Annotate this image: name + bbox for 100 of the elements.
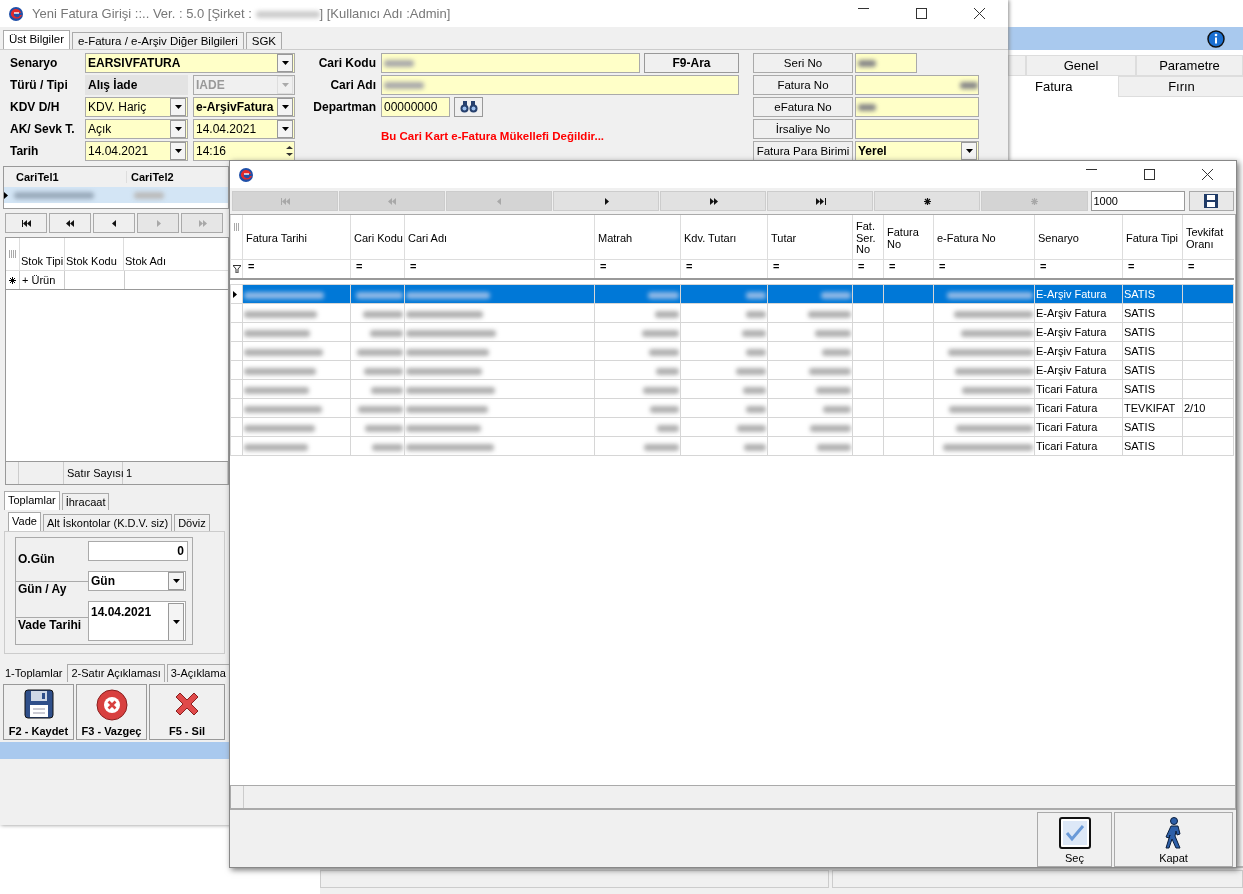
dialog-button[interactable]: Seç [1037,812,1112,867]
text-field[interactable] [855,119,979,139]
filter-cell[interactable]: = [405,259,594,278]
tab[interactable]: Toplamlar [4,491,60,510]
column-chooser-icon[interactable] [9,250,16,259]
column-header[interactable]: Senaryo [1035,215,1122,259]
dropdown-field[interactable]: Gün [88,571,186,591]
column-header[interactable]: Fatura Tarihi [243,215,350,259]
column-header: Stok Kodu [64,238,123,270]
tab[interactable]: Parametre [1136,55,1243,76]
column-header[interactable]: Fatura Tipi [1123,215,1182,259]
column-header[interactable]: Fat. Ser. No [853,215,883,259]
dialog-button[interactable]: Kapat [1114,812,1233,867]
filter-cell[interactable]: = [934,259,1034,278]
tab[interactable]: Genel [1026,55,1136,76]
column-header[interactable]: Tutar [768,215,852,259]
text-field[interactable] [855,53,917,73]
filter-cell[interactable]: = [768,259,852,278]
minimize-icon[interactable] [857,8,869,9]
filter-cell[interactable]: = [853,259,883,278]
dropdown-field[interactable]: Yerel [855,141,979,161]
text-field[interactable] [381,53,640,73]
maximize-icon[interactable] [915,8,927,19]
column-header[interactable]: Cari Kodu [351,215,404,259]
table-row[interactable]: Ticari Fatura TEVKIFAT 2/10 [230,398,1234,418]
dropdown-field[interactable]: 14.04.2021 [85,141,188,161]
table-row[interactable]: Ticari Fatura SATIS [230,436,1234,456]
tab[interactable]: SGK [245,32,283,49]
table-cell: TEVKIFAT [1122,398,1183,418]
nav-button[interactable] [5,213,47,233]
filter-cell[interactable]: = [595,259,680,278]
filter-cell[interactable]: = [1183,259,1234,278]
close-icon[interactable] [973,8,985,19]
info-icon[interactable] [1207,29,1225,48]
label-button[interactable]: Fatura Para Birimi [753,141,853,161]
tab[interactable]: Fırın [1118,76,1243,97]
column-header[interactable]: Matrah [595,215,680,259]
table-row[interactable]: Ticari Fatura SATIS [230,379,1234,399]
action-button[interactable]: F2 - Kaydet [3,684,74,740]
table-row[interactable]: E-Arşiv Fatura SATIS [230,284,1234,304]
column-header[interactable]: e-Fatura No [934,215,1034,259]
time-field[interactable]: 14:16 [193,141,295,161]
filter-cell[interactable]: = [1123,259,1182,278]
tab[interactable]: 2-Satır Açıklaması [67,664,165,682]
action-button[interactable]: F3 - Vazgeç [76,684,147,740]
table-cell [883,398,934,418]
tab[interactable]: e-Fatura / e-Arşiv Diğer Bilgileri [71,32,244,49]
table-row[interactable]: E-Arşiv Fatura SATIS [230,322,1234,342]
column-header[interactable]: Kdv. Tutarı [681,215,767,259]
tab[interactable]: İhracaat [61,493,110,510]
table-row[interactable]: E-Arşiv Fatura SATIS [230,360,1234,380]
table-row[interactable]: E-Arşiv Fatura SATIS [230,303,1234,323]
tab[interactable]: Döviz [174,514,210,531]
filter-cell[interactable]: = [681,259,767,278]
table-cell: Ticari Fatura [1034,379,1123,399]
table-cell: Ticari Fatura [1034,398,1123,418]
spinner-icon[interactable] [285,144,294,158]
filter-cell[interactable]: = [243,259,350,278]
dropdown-field[interactable]: 14.04.2021 [193,119,295,139]
dropdown-field[interactable]: EARSIVFATURA [85,53,295,73]
text-field[interactable] [855,75,979,95]
save-button[interactable] [1188,191,1234,211]
tab[interactable]: Üst Bilgiler [3,30,70,49]
table-row[interactable]: E-Arşiv Fatura SATIS [230,341,1234,361]
dropdown-field[interactable]: e-ArşivFatura [193,97,295,117]
binoculars-button[interactable] [454,97,483,117]
table-cell [1182,436,1234,456]
footer-value: 1 [123,462,228,484]
close-icon[interactable] [1201,169,1213,180]
tab[interactable]: Vade [8,512,41,531]
label-button[interactable]: eFatura No [753,97,853,117]
dropdown-field[interactable]: Açık [85,119,188,139]
column-chooser-icon[interactable] [234,223,240,232]
label-button[interactable]: İrsaliye No [753,119,853,139]
filter-cell[interactable]: = [351,259,404,278]
search-button[interactable]: F9-Ara [644,53,739,73]
text-field[interactable] [381,75,739,95]
nav-button[interactable] [49,213,91,233]
fast-forward-icon [707,197,719,205]
column-header[interactable]: Cari Adı [405,215,594,259]
column-header[interactable]: Tevkifat Oranı [1183,215,1234,259]
label-button[interactable]: Fatura No [753,75,853,95]
dropdown-field[interactable]: KDV. Hariç [85,97,188,117]
tab[interactable]: Alt İskontolar (K.D.V. siz) [42,514,173,531]
date-field[interactable]: 14.04.2021 [88,601,186,641]
number-field[interactable]: 0 [88,541,188,561]
table-row[interactable]: Ticari Fatura SATIS [230,417,1234,437]
label-button[interactable]: Seri No [753,53,853,73]
maximize-icon[interactable] [1143,169,1155,180]
filter-cell[interactable]: = [884,259,933,278]
text-field[interactable]: Alış İade [85,75,188,95]
minimize-icon[interactable] [1085,169,1097,170]
filter-cell[interactable]: = [1035,259,1122,278]
text-field[interactable]: 00000000 [381,97,450,117]
filter-icon[interactable] [233,265,241,273]
page-size-field[interactable]: 1000 [1090,191,1185,211]
tab[interactable]: 3-Açıklama [166,664,230,682]
column-header[interactable]: Fatura No [884,215,933,259]
text-field[interactable] [855,97,979,117]
action-button[interactable]: F5 - Sil [149,684,225,740]
